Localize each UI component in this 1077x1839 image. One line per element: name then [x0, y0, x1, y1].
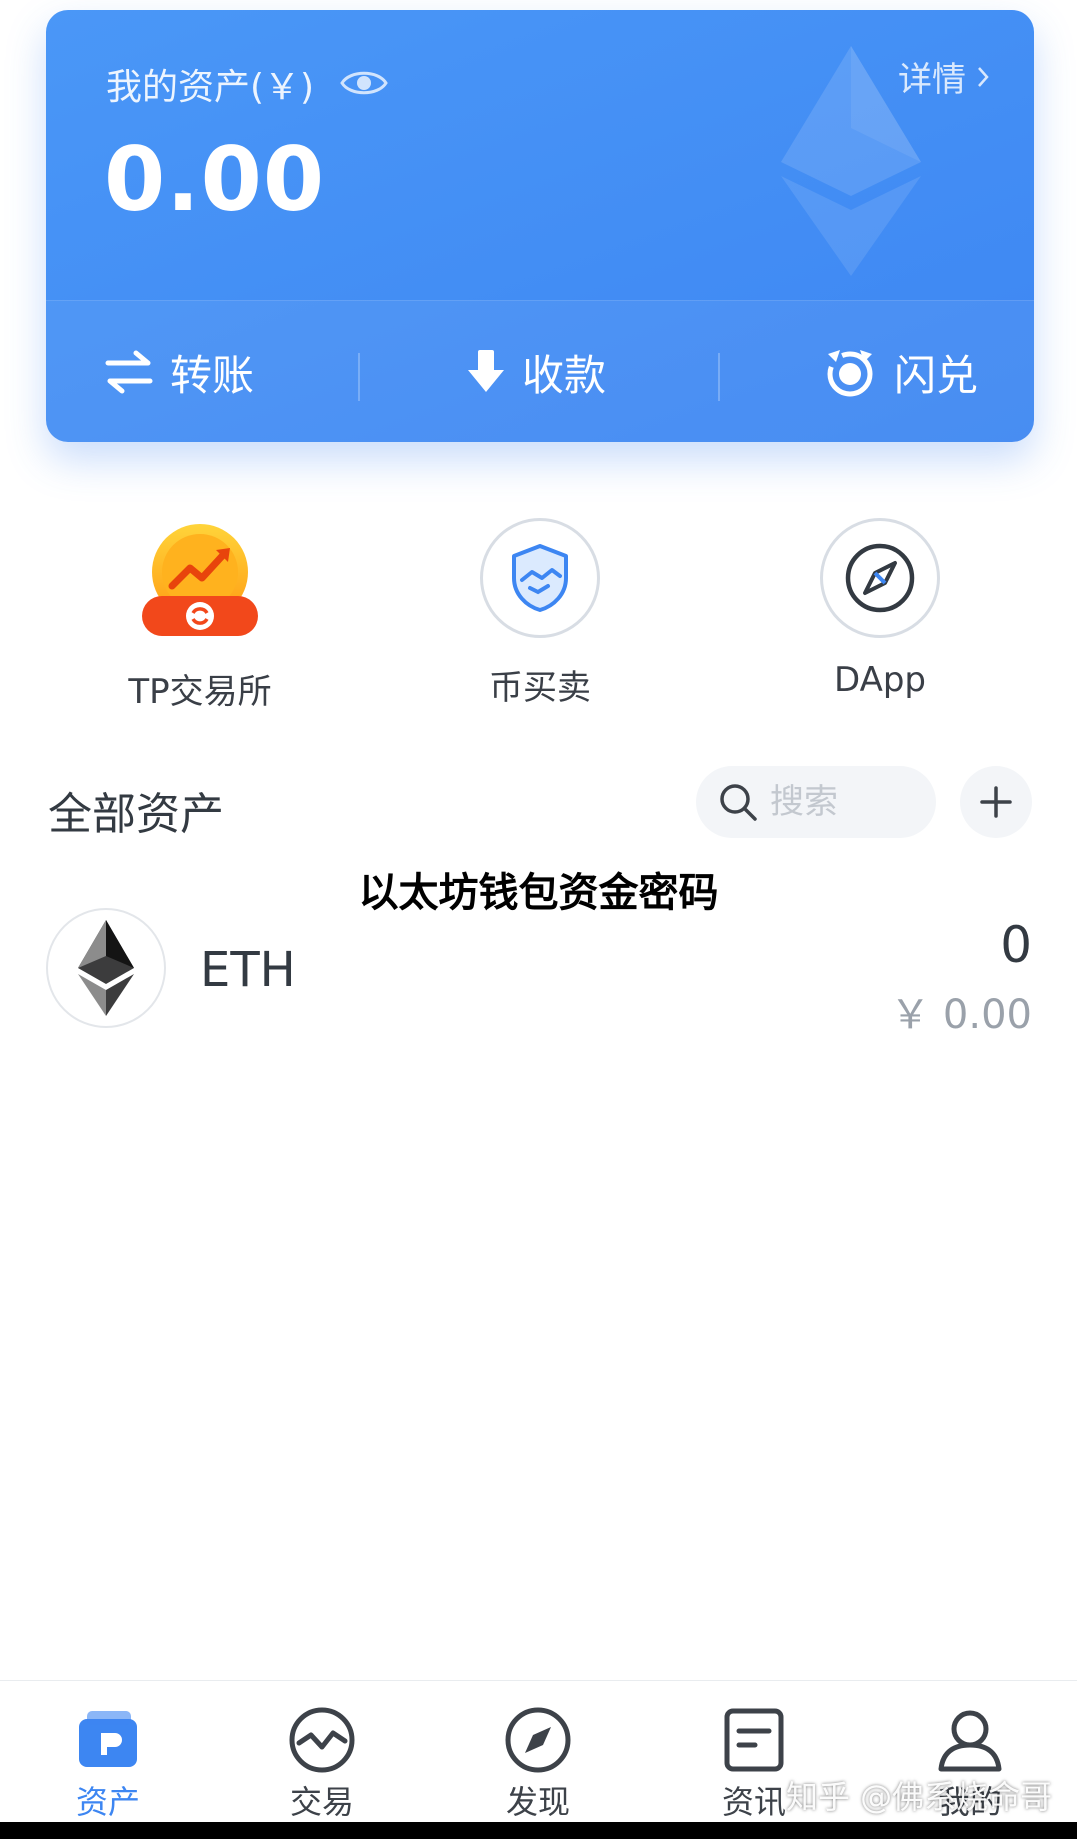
tab-label: 交易	[289, 1783, 354, 1821]
card-actions: 转账 收款 闪兑	[46, 300, 1034, 442]
quick-entry-otc[interactable]: 币买卖	[420, 518, 660, 709]
assets-label: 我的资产(￥)	[106, 67, 315, 108]
compass-icon	[845, 543, 915, 613]
tab-label: 发现	[505, 1783, 570, 1821]
transfer-arrows-icon	[105, 350, 153, 394]
transfer-label: 转账	[170, 350, 255, 400]
action-divider	[358, 353, 360, 401]
total-asset-value: 0.00	[104, 128, 326, 231]
quick-entry-label: 币买卖	[489, 668, 591, 708]
search-icon	[720, 784, 757, 821]
token-fiat-value: ￥ 0.00	[890, 992, 1032, 1038]
token-logo	[46, 908, 166, 1028]
ethereum-watermark-icon	[781, 46, 921, 276]
asset-list-item[interactable]: ETH 0 ￥ 0.00	[46, 906, 1034, 1038]
search-input[interactable]	[770, 782, 920, 822]
quick-entry-circle	[820, 518, 940, 638]
trade-icon	[289, 1707, 355, 1773]
tab-label: 资产	[75, 1783, 140, 1821]
plus-icon	[980, 786, 1012, 818]
swap-label: 闪兑	[894, 350, 979, 400]
tab-assets[interactable]: 资产	[28, 1681, 188, 1823]
news-icon	[724, 1708, 784, 1772]
compass-icon	[505, 1707, 571, 1773]
quick-entry-tp-exchange[interactable]: TP交易所	[80, 518, 320, 713]
ethereum-icon	[78, 920, 134, 1016]
receive-button[interactable]: 收款	[466, 301, 606, 442]
asset-card: 我的资产(￥) 0.00 详情 转账 收款 闪兑	[46, 10, 1034, 442]
chevron-right-icon	[978, 66, 989, 87]
download-arrow-icon	[468, 350, 504, 392]
quick-entry-dapp[interactable]: DApp	[760, 518, 1000, 700]
quick-entry-label: TP交易所	[128, 672, 272, 712]
asset-summary: 我的资产(￥) 0.00 详情	[46, 10, 1034, 300]
shield-handshake-icon	[512, 544, 568, 612]
asset-search-box[interactable]	[696, 766, 936, 838]
action-divider	[718, 353, 720, 401]
eye-icon[interactable]	[340, 66, 388, 100]
source-watermark: 知乎 @佛系烧命哥	[786, 1778, 1053, 1816]
tp-exchange-icon	[142, 524, 258, 636]
user-icon	[938, 1710, 1002, 1772]
swap-button[interactable]: 闪兑	[822, 301, 978, 442]
transfer-button[interactable]: 转账	[104, 301, 254, 442]
token-amount: 0	[1000, 916, 1032, 974]
receive-label: 收款	[522, 350, 607, 400]
all-assets-title: 全部资产	[48, 789, 224, 840]
screen-bottom-edge	[0, 1822, 1077, 1839]
tab-trade[interactable]: 交易	[242, 1681, 402, 1823]
quick-entry-circle	[480, 518, 600, 638]
swap-icon	[827, 350, 873, 397]
tab-discover[interactable]: 发现	[458, 1681, 618, 1823]
wallet-icon	[79, 1711, 137, 1767]
add-asset-button[interactable]	[960, 766, 1032, 838]
quick-entry-label: DApp	[833, 660, 926, 700]
token-symbol: ETH	[200, 942, 296, 998]
